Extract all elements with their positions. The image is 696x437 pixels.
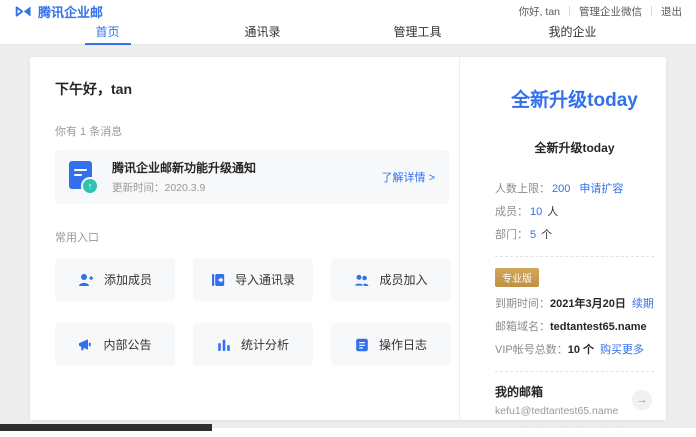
logo-text: 腾讯企业邮 (38, 2, 103, 21)
divider (495, 371, 654, 372)
statistics-icon (217, 338, 231, 352)
notice-updated-time: 更新时间：2020.3.9 (112, 180, 382, 195)
my-mailbox: 我的邮箱 kefu1@tedtantest65.name → (495, 383, 654, 417)
entry-label: 操作日志 (379, 336, 427, 353)
divider (495, 426, 654, 427)
mailbox-address: kefu1@tedtantest65.name (495, 405, 624, 417)
divider (495, 256, 654, 257)
announcement-icon (78, 338, 93, 352)
entries-grid: 添加成员 导入通讯录 成员加入 (55, 258, 449, 366)
go-to-mailbox-button[interactable]: → (632, 390, 652, 410)
org-stats: 人数上限：200申请扩容 成员：10 人 部门：5 个 (495, 178, 654, 247)
entry-label: 导入通讯录 (235, 271, 295, 288)
upgrade-notice-card[interactable]: ↑ 腾讯企业邮新功能升级通知 更新时间：2020.3.9 了解详情 > (55, 150, 449, 204)
notice-document-icon: ↑ (69, 161, 99, 193)
entries-section-title: 常用入口 (55, 229, 449, 245)
member-join-icon (354, 273, 369, 287)
buy-more-link[interactable]: 购买更多 (600, 344, 644, 356)
exmail-logo[interactable]: 腾讯企业邮 (14, 2, 103, 21)
entry-label: 添加成员 (104, 271, 152, 288)
tab-home[interactable]: 首页 (30, 22, 185, 44)
entry-import-contacts[interactable]: 导入通讯录 (193, 258, 313, 301)
message-count: 你有 1 条消息 (55, 123, 449, 139)
stat-members: 成员：10 人 (495, 201, 654, 224)
upgrade-arrow-badge-icon: ↑ (81, 177, 99, 195)
plan-expiry-row: 到期时间：2021年3月20日续期 (495, 293, 654, 316)
tab-my-company[interactable]: 我的企业 (495, 22, 650, 44)
learn-more-link[interactable]: 了解详情 > (382, 169, 435, 185)
upgrade-banner[interactable]: 全新升级today (495, 85, 654, 112)
entry-statistics[interactable]: 统计分析 (193, 323, 313, 366)
manage-wechat-link[interactable]: 管理企业微信 (579, 4, 642, 19)
tab-bar: 首页 通讯录 管理工具 我的企业 (0, 22, 696, 45)
user-greeting: 你好, tan (519, 4, 560, 19)
top-bar: 腾讯企业邮 你好, tan 管理企业微信 退出 (0, 0, 696, 22)
mailbox-title: 我的邮箱 (495, 383, 624, 400)
plan-badge: 专业版 (495, 268, 539, 287)
logout-link[interactable]: 退出 (661, 4, 682, 19)
notice-title: 腾讯企业邮新功能升级通知 (112, 159, 382, 176)
stat-member-limit: 人数上限：200申请扩容 (495, 178, 654, 201)
divider (569, 6, 570, 16)
main-column: 下午好，tan 你有 1 条消息 ↑ 腾讯企业邮新功能升级通知 更新时间：202… (30, 57, 460, 420)
plan-vip-row: VIP帐号总数：10 个购买更多 (495, 339, 654, 362)
notice-texts: 腾讯企业邮新功能升级通知 更新时间：2020.3.9 (112, 159, 382, 195)
entry-label: 内部公告 (103, 336, 151, 353)
add-member-icon (78, 273, 94, 287)
divider (651, 6, 652, 16)
page-greeting: 下午好，tan (55, 79, 449, 99)
entry-operation-log[interactable]: 操作日志 (331, 323, 451, 366)
horizontal-scrollbar-thumb[interactable] (0, 424, 212, 431)
stat-departments: 部门：5 个 (495, 224, 654, 247)
expand-capacity-link[interactable]: 申请扩容 (579, 183, 623, 195)
entry-member-join[interactable]: 成员加入 (331, 258, 451, 301)
upgrade-banner-subtitle: 全新升级today (495, 139, 654, 156)
main-card: 下午好，tan 你有 1 条消息 ↑ 腾讯企业邮新功能升级通知 更新时间：202… (30, 57, 666, 420)
sidebar: 全新升级today 全新升级today 人数上限：200申请扩容 成员：10 人… (460, 57, 666, 420)
operation-log-icon (355, 338, 369, 352)
arrow-right-icon: → (637, 394, 648, 406)
import-contacts-icon (211, 273, 225, 287)
top-links: 你好, tan 管理企业微信 退出 (519, 4, 682, 19)
exmail-logo-icon (14, 5, 33, 18)
renew-link[interactable]: 续期 (632, 298, 654, 310)
tab-contacts[interactable]: 通讯录 (185, 22, 340, 44)
entry-announcement[interactable]: 内部公告 (55, 323, 175, 366)
entry-label: 成员加入 (379, 271, 427, 288)
entry-label: 统计分析 (241, 336, 289, 353)
entry-add-member[interactable]: 添加成员 (55, 258, 175, 301)
plan-info: 到期时间：2021年3月20日续期 邮箱域名：tedtantest65.name… (495, 293, 654, 362)
tab-admin-tools[interactable]: 管理工具 (340, 22, 495, 44)
plan-domain-row: 邮箱域名：tedtantest65.name (495, 316, 654, 339)
